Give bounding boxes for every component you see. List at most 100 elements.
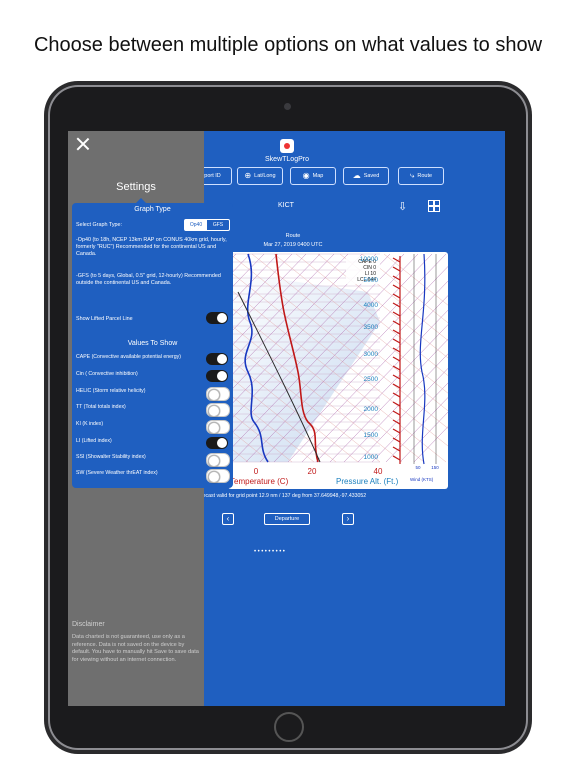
wind-barb [392, 455, 401, 461]
route-button[interactable]: ⤷ Route [398, 167, 444, 185]
app-logo-icon [280, 139, 294, 153]
wind-barb [392, 437, 401, 443]
value-label: CAPE (Convective available potential ene… [76, 354, 181, 360]
toolbar-label: Lat/Long [254, 173, 276, 179]
graph-type-heading: Graph Type [134, 206, 171, 213]
forecast-text: orecast valid for grid point 12.9 nm / 1… [198, 493, 367, 499]
values-heading: Values To Show [127, 340, 178, 347]
wind-barb [392, 311, 401, 317]
select-graph-label: Select Graph Type: [76, 222, 123, 228]
skewt-svg: CAPE 0CIN 0LI 10LCL 64410001500200025003… [228, 253, 448, 486]
value-toggle[interactable] [206, 420, 230, 434]
skewt-chart: CAPE 0 CIN 0 LI 10 LCL 644 1000 1500 2000 2500 3… [228, 252, 448, 489]
wind-barb [392, 338, 401, 344]
value-toggle[interactable] [206, 469, 230, 483]
map-button[interactable]: ◉ Map [290, 167, 336, 185]
value-toggle[interactable] [206, 387, 230, 401]
y-tick-label: 5000 [364, 277, 379, 284]
wind-barb [392, 356, 401, 362]
y-tick-label: 3500 [364, 324, 379, 331]
settings-panel: Graph Type Select Graph Type: Op40 GFS -… [72, 198, 233, 488]
page-dots[interactable]: ••••••••• [254, 549, 286, 555]
value-toggle[interactable] [206, 370, 228, 382]
value-label: Cin ( Convective inhibition) [76, 371, 138, 377]
close-icon[interactable] [76, 137, 90, 151]
wind-barb [392, 302, 401, 308]
route-date: Mar 27, 2019 0400 UTC [263, 242, 323, 248]
y-tick-label: 1500 [364, 432, 379, 439]
value-label: TT (Total totals index) [76, 404, 126, 410]
x-tick-label: 20 [308, 467, 317, 476]
value-toggle[interactable] [206, 437, 228, 449]
wind-barb [392, 446, 401, 452]
value-toggle[interactable] [206, 403, 230, 417]
station-id: KICT [278, 202, 294, 209]
disclaimer-title: Disclaimer [72, 621, 105, 628]
wind-barb [392, 257, 401, 263]
grid-icon[interactable] [428, 200, 440, 212]
route-label: Route [285, 233, 301, 239]
download-icon[interactable]: ⇩ [398, 200, 407, 213]
toolbar-label: Route [417, 173, 433, 179]
value-label: SSI (Showalter Stability index) [76, 454, 146, 460]
value-label: KI (K index) [76, 421, 104, 427]
wind-barb [392, 392, 401, 398]
route-icon: ⤷ [409, 171, 415, 180]
x-tick-label: 0 [254, 467, 259, 476]
toolbar-label: Map [312, 173, 324, 179]
wind-barb [392, 419, 401, 425]
graph-option-op40[interactable]: Op40 [185, 220, 207, 230]
saved-button[interactable]: ☁ Saved [343, 167, 389, 185]
toolbar-label: Saved [363, 173, 380, 179]
ipad-frame: SkewTLogPro irport ID ⊕ Lat/Long ◉ Map ☁… [48, 85, 528, 750]
isotherm-line [371, 382, 448, 463]
value-toggle[interactable] [206, 453, 230, 467]
prev-button[interactable]: ‹ [222, 513, 234, 525]
value-label: HELIC (Storm relative helicity) [76, 388, 146, 394]
wind-barb [392, 284, 401, 290]
lifted-parcel-label: Show Lifted Parcel Line [76, 316, 133, 322]
value-label: SW (Severe Weather thrEAT index) [76, 470, 158, 476]
map-pin-icon: ◉ [302, 171, 310, 180]
graph-option-gfs[interactable]: GFS [207, 220, 229, 230]
next-button[interactable]: › [342, 513, 354, 525]
wind-tick-label: 50 [415, 465, 421, 470]
wind-barb [392, 320, 401, 326]
wind-barb [392, 266, 401, 272]
lat-long-button[interactable]: ⊕ Lat/Long [237, 167, 283, 185]
settings-drawer: Settings Disclaimer Data charted is not … [68, 131, 233, 706]
wind-barb [392, 428, 401, 434]
crosshair-icon: ⊕ [244, 171, 252, 180]
departure-button[interactable]: Departure [264, 513, 310, 525]
wind-barb [392, 401, 401, 407]
value-label: LI (Lifted index) [76, 438, 112, 444]
value-toggle[interactable] [206, 353, 228, 365]
panel-pointer [136, 198, 146, 203]
chart-grid [228, 253, 448, 464]
y-tick-label: 3000 [364, 351, 379, 358]
disclaimer-text: Data charted is not guaranteed, use only… [72, 634, 199, 663]
wind-speed-curve [419, 253, 426, 465]
lifted-parcel-toggle[interactable] [206, 312, 228, 324]
wind-axis-label: Wind (KTS) [410, 477, 434, 482]
op40-description: -Op40 (to 18h, NCEP 13km RAP on CONUS 40… [76, 237, 227, 257]
x-tick-label: 40 [374, 467, 383, 476]
y-tick-label: 4000 [364, 302, 379, 309]
y-tick-label: 1000 [364, 454, 379, 461]
wind-barb [392, 410, 401, 416]
y-tick-label: 10000 [360, 256, 378, 263]
cloud-download-icon: ☁ [352, 171, 361, 180]
isotherm-line [413, 426, 448, 463]
y-axis-label: Pressure Alt. (Ft.) [336, 477, 399, 486]
x-axis-label: Temperature (C) [230, 477, 289, 486]
settings-title: Settings [116, 181, 156, 193]
caption: Choose between multiple options on what … [33, 34, 543, 56]
y-tick-label: 2000 [364, 406, 379, 413]
toolbar-label: irport ID [201, 173, 221, 179]
graph-type-segmented: Op40 GFS [184, 219, 230, 231]
camera-icon [284, 103, 291, 110]
app-title: SkewTLogPro [265, 156, 309, 163]
gfs-description: -GFS (to 5 days, Global, 0.5" grid, 12-h… [76, 273, 221, 286]
screen: SkewTLogPro irport ID ⊕ Lat/Long ◉ Map ☁… [68, 131, 505, 706]
home-button[interactable] [274, 712, 304, 742]
